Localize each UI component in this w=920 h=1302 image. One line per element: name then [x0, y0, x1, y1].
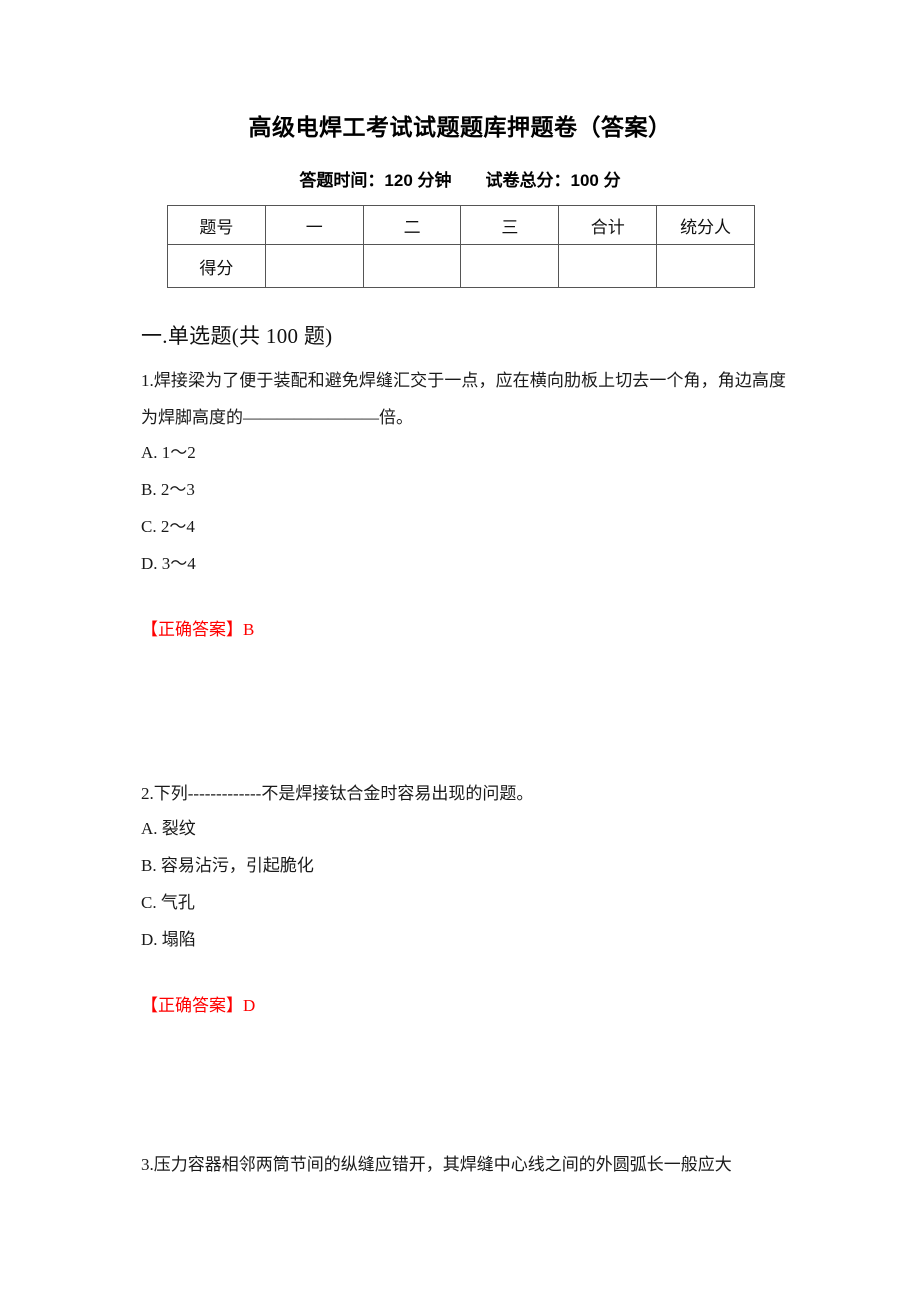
question-2-answer: 【正确答案】D: [141, 991, 786, 1021]
option-c: C. 2～4: [141, 517, 195, 536]
option-b: B. 容易沾污，引起脆化: [141, 856, 314, 875]
score-table-cell-blank: [656, 244, 755, 288]
question-stem: 3.压力容器相邻两筒节间的纵缝应错开，其焊缝中心线之间的外圆弧长一般应大: [141, 1155, 732, 1174]
question-stem: 1.焊接梁为了便于装配和避免焊缝汇交于一点，应在横向肋板上切去一个角，角边高度为…: [141, 371, 786, 427]
exam-meta-subtitle: 答题时间：120 分钟 试卷总分：100 分: [299, 171, 621, 190]
question-3-stem-block: 3.压力容器相邻两筒节间的纵缝应错开，其焊缝中心线之间的外圆弧长一般应大: [141, 1146, 786, 1183]
question-stem: 2.下列-------------不是焊接钛合金时容易出现的问题。: [141, 784, 534, 803]
question-1-options: A. 1～2 B. 2～3 C. 2～4 D. 3～4: [141, 434, 786, 582]
score-table-cell: 一: [264, 205, 364, 245]
table-row-header: 题号 一 二 三 合计 统分人: [167, 205, 755, 245]
score-table-cell: 二: [362, 205, 462, 245]
option-b: B. 2～3: [141, 480, 195, 499]
score-table: 题号 一 二 三 合计 统分人 得分: [167, 205, 755, 288]
option-c: C. 气孔: [141, 893, 195, 912]
score-table-cell: 统分人: [656, 205, 755, 245]
score-table-cell-blank: [362, 244, 462, 288]
option-d: D. 塌陷: [141, 930, 196, 949]
question-2-options: A. 裂纹 B. 容易沾污，引起脆化 C. 气孔 D. 塌陷: [141, 810, 786, 958]
answer-label: 【正确答案】: [141, 620, 243, 639]
option-a: A. 裂纹: [141, 819, 196, 838]
option-a: A. 1～2: [141, 443, 196, 462]
score-table-cell-blank: [460, 244, 560, 288]
score-table-cell-blank: [264, 244, 364, 288]
exam-paper-page: 高级电焊工考试试题题库押题卷（答案） 答题时间：120 分钟 试卷总分：100 …: [0, 0, 920, 1302]
score-table-cell-blank: [558, 244, 658, 288]
score-table-cell: 三: [460, 205, 560, 245]
section-heading: 一.单选题(共 100 题): [141, 324, 333, 348]
answer-value: B: [243, 620, 255, 639]
answer-label: 【正确答案】: [141, 996, 243, 1015]
question-1-stem-block: 1.焊接梁为了便于装配和避免焊缝汇交于一点，应在横向肋板上切去一个角，角边高度为…: [141, 362, 786, 436]
table-row-scores: 得分: [167, 244, 755, 288]
question-1-answer: 【正确答案】B: [141, 615, 786, 645]
score-table-cell: 得分: [167, 244, 266, 288]
option-d: D. 3～4: [141, 554, 196, 573]
question-2-stem-block: 2.下列-------------不是焊接钛合金时容易出现的问题。: [141, 775, 786, 812]
page-title: 高级电焊工考试试题题库押题卷（答案）: [248, 114, 672, 140]
answer-value: D: [243, 996, 256, 1015]
score-table-cell: 合计: [558, 205, 658, 245]
score-table-cell: 题号: [167, 205, 266, 245]
